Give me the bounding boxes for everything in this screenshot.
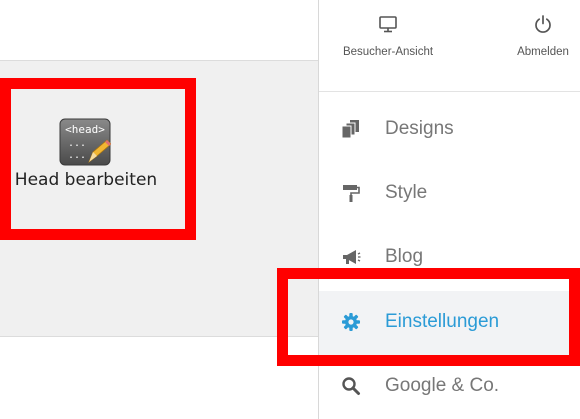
- gear-icon: [342, 313, 360, 331]
- visitor-view-label: Besucher-Ansicht: [342, 46, 434, 58]
- sidebar-item-label: Designs: [385, 118, 454, 139]
- head-icon-tag: <head>: [65, 123, 105, 136]
- sidebar-item-label: Einstellungen: [385, 311, 500, 332]
- logout-button[interactable]: Abmelden: [505, 14, 580, 58]
- layers-icon: [341, 120, 359, 139]
- sidebar-item-label: Style: [385, 182, 428, 203]
- svg-text:...: ...: [68, 150, 86, 161]
- power-icon: [535, 15, 551, 33]
- paint-roller-icon: [343, 185, 360, 202]
- svg-text:...: ...: [68, 138, 86, 149]
- head-edit-label: Head bearbeiten: [14, 170, 158, 190]
- monitor-icon: [379, 16, 397, 33]
- sidebar-item-settings[interactable]: Einstellungen: [319, 291, 580, 355]
- sidebar-item-label: Google & Co.: [385, 375, 500, 396]
- sidebar-item-style[interactable]: Style: [319, 162, 580, 226]
- sidebar-item-designs[interactable]: Designs: [319, 98, 580, 162]
- logout-label: Abmelden: [517, 46, 569, 58]
- content-bottom-area: [0, 337, 318, 419]
- content-settings-band: [0, 60, 318, 337]
- search-icon: [342, 377, 360, 395]
- megaphone-icon: [343, 250, 361, 264]
- visitor-view-button[interactable]: Besucher-Ansicht: [331, 14, 445, 58]
- sidebar-item-google[interactable]: Google & Co.: [319, 355, 580, 419]
- sidebar: Besucher-Ansicht Abmelden Designs Style: [318, 0, 580, 419]
- sidebar-item-blog[interactable]: Blog: [319, 226, 580, 290]
- head-edit-tile[interactable]: <head> ... ... Head bearbeiten: [6, 112, 166, 196]
- sidebar-item-label: Blog: [385, 246, 424, 267]
- head-code-icon: <head> ... ...: [59, 118, 111, 166]
- sidebar-topbar: Besucher-Ansicht Abmelden: [319, 0, 580, 92]
- content-top-area: [0, 0, 318, 60]
